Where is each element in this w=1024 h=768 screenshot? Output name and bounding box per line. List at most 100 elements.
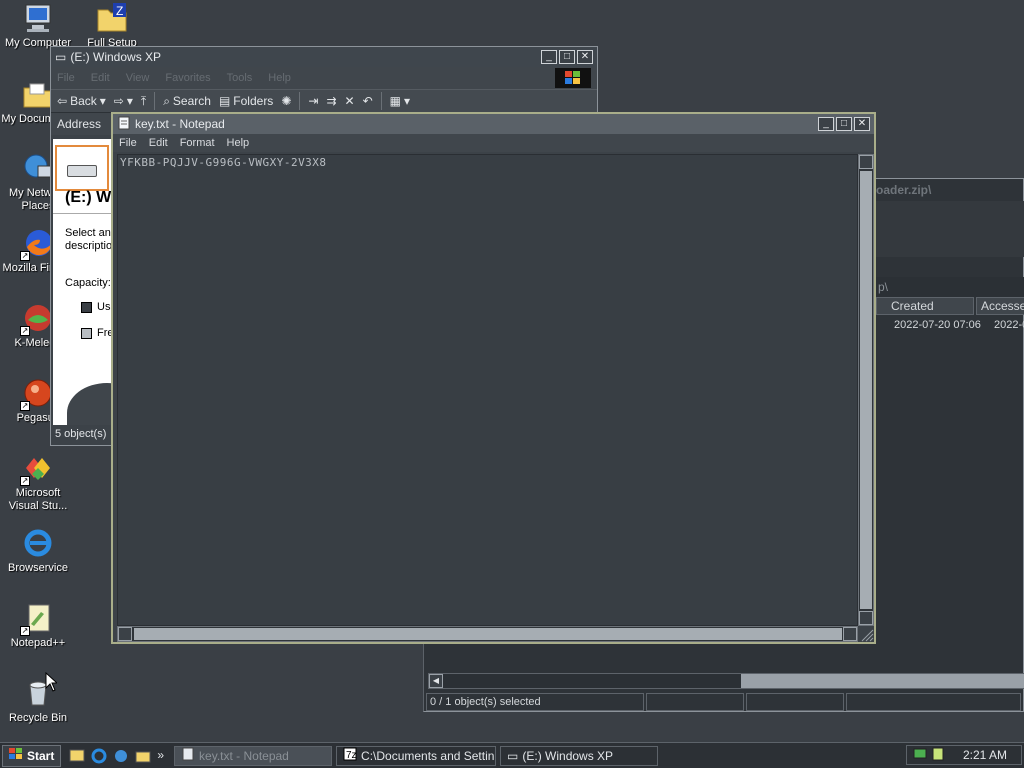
- menu-file[interactable]: File: [119, 137, 137, 149]
- notepad-content[interactable]: YFKBB-PQJJV-G996G-VWGXY-2V3X8: [120, 156, 327, 169]
- resize-grip-icon[interactable]: [858, 626, 874, 642]
- svg-text:Z: Z: [116, 4, 123, 18]
- menu-file[interactable]: File: [57, 72, 75, 84]
- archive-scroll-thumb[interactable]: [741, 674, 1024, 688]
- menu-view[interactable]: View: [126, 72, 150, 84]
- shortcut-arrow-icon: ↗: [20, 626, 30, 636]
- scroll-up-icon[interactable]: [859, 155, 873, 169]
- panel-free-row: Free: [81, 327, 113, 339]
- minimize-button[interactable]: _: [818, 117, 834, 131]
- scroll-left-icon[interactable]: [118, 627, 132, 641]
- desktop-icon-my-computer[interactable]: My Computer: [0, 2, 76, 50]
- notepad-icon: [117, 116, 131, 133]
- search-icon: ⌕: [163, 93, 170, 108]
- forward-button[interactable]: ⇨ ▾: [114, 94, 133, 108]
- scroll-right-icon[interactable]: [843, 627, 857, 641]
- menu-tools[interactable]: Tools: [227, 72, 253, 84]
- media-player-icon[interactable]: [113, 748, 129, 764]
- chevron-right-icon[interactable]: »: [157, 748, 164, 764]
- archive-row-created[interactable]: 2022-07-20 07:06: [876, 319, 981, 331]
- clock[interactable]: 2:21 AM: [963, 748, 1007, 762]
- taskbar-item-notepad[interactable]: key.txt - Notepad: [174, 745, 333, 766]
- toolbar-separator: [299, 92, 301, 110]
- explorer-title: (E:) Windows XP: [70, 50, 162, 64]
- used-swatch-icon: [81, 301, 92, 313]
- vertical-scroll-thumb[interactable]: [860, 171, 872, 609]
- start-label: Start: [27, 748, 55, 763]
- explorer-menubar: File Edit View Favorites Tools Help: [51, 67, 597, 89]
- menu-edit[interactable]: Edit: [149, 137, 168, 149]
- views-button[interactable]: ▦ ▾: [390, 94, 410, 108]
- folders-icon: ▤: [218, 94, 231, 108]
- desktop-icon-recycle-bin[interactable]: Recycle Bin: [0, 677, 76, 725]
- move-to-icon: ⇥: [308, 94, 319, 108]
- horizontal-scroll-thumb[interactable]: [134, 628, 842, 640]
- taskbar-item-label: (E:) Windows XP: [522, 748, 614, 763]
- desktop-icon-browservice[interactable]: Browservice: [0, 527, 76, 575]
- menu-format[interactable]: Format: [180, 137, 215, 149]
- show-desktop-icon[interactable]: [69, 748, 85, 764]
- network-status-icon[interactable]: [913, 747, 927, 764]
- views-icon: ▦: [389, 94, 401, 108]
- chevron-down-icon: ▾: [403, 94, 410, 108]
- menu-help[interactable]: Help: [268, 72, 291, 84]
- minimize-button[interactable]: _: [541, 50, 557, 64]
- windows-logo-icon: [555, 68, 591, 88]
- explorer-toolbar: ⇦ Back ▾ ⇨ ▾ ⤒ ⌕ Search ▤ Folders ✺ ⇥ ⇉ ✕ ↶ ▦…: [51, 89, 597, 113]
- archive-row-accessed[interactable]: 2022-0: [994, 319, 1024, 331]
- taskbar-item-archive[interactable]: 7z C:\Documents and Settin...: [336, 745, 497, 766]
- scroll-left-icon[interactable]: ◀: [429, 674, 443, 688]
- column-header-created[interactable]: Created: [876, 297, 974, 315]
- archive-status-bar: 0 / 1 object(s) selected: [426, 693, 1024, 713]
- desktop-icon-label: Recycle Bin: [8, 712, 68, 724]
- internet-explorer-icon[interactable]: [91, 748, 107, 764]
- history-button[interactable]: ✺: [281, 94, 291, 108]
- taskbar-item-explorer[interactable]: ▭ (E:) Windows XP: [500, 745, 659, 766]
- undo-button[interactable]: ↶: [363, 94, 373, 108]
- copy-to-button[interactable]: ⇉: [326, 94, 336, 108]
- move-to-button[interactable]: ⇥: [308, 94, 318, 108]
- pie-chart-shape: [67, 383, 113, 425]
- notepad-titlebar[interactable]: key.txt - Notepad _ □ ✕: [113, 114, 874, 134]
- archive-status-segment: [846, 693, 1021, 711]
- drive-shape: [67, 165, 97, 177]
- back-arrow-icon: ⇦: [57, 94, 68, 108]
- taskbar-item-label: C:\Documents and Settin...: [361, 748, 497, 763]
- notepad-horizontal-scrollbar[interactable]: [117, 626, 858, 642]
- archive-horizontal-scrollbar[interactable]: ◀: [428, 673, 1024, 689]
- explorer-titlebar[interactable]: ▭ (E:) Windows XP _ □ ✕: [51, 47, 597, 67]
- notepad-text-area[interactable]: YFKBB-PQJJV-G996G-VWGXY-2V3X8: [117, 154, 858, 626]
- delete-button[interactable]: ✕: [345, 94, 355, 108]
- up-folder-button[interactable]: ⤒: [141, 94, 146, 109]
- search-label: Search: [172, 94, 211, 108]
- delete-icon: ✕: [344, 94, 355, 108]
- column-header-accessed[interactable]: Accessed: [976, 297, 1024, 315]
- tray-app-icon[interactable]: [931, 747, 945, 764]
- forward-arrow-icon: ⇨: [113, 94, 124, 108]
- panel-description: Select an item to view its description.: [65, 227, 113, 252]
- scroll-down-icon[interactable]: [859, 611, 873, 625]
- archive-status-segment: [746, 693, 844, 711]
- quick-launch: »: [69, 748, 164, 764]
- menu-help[interactable]: Help: [227, 137, 250, 149]
- menu-favorites[interactable]: Favorites: [165, 72, 210, 84]
- start-button[interactable]: Start: [2, 744, 62, 767]
- maximize-button[interactable]: □: [559, 50, 575, 64]
- windows-flag-icon: [9, 748, 23, 763]
- archive-address-field[interactable]: p\: [876, 277, 1024, 297]
- desktop-icon-notepad-plus-plus[interactable]: ↗ Notepad++: [0, 602, 76, 650]
- chevron-down-icon: ▾: [99, 94, 106, 108]
- folders-button[interactable]: ▤ Folders: [219, 94, 273, 108]
- back-button[interactable]: ⇦ Back ▾: [57, 94, 106, 108]
- close-button[interactable]: ✕: [854, 117, 870, 131]
- menu-edit[interactable]: Edit: [91, 72, 110, 84]
- explorer-icon[interactable]: [135, 748, 151, 764]
- maximize-button[interactable]: □: [836, 117, 852, 131]
- notepad-icon: [181, 747, 195, 764]
- desktop-icon-visual-studio[interactable]: ↗ Microsoft Visual Stu...: [0, 452, 76, 513]
- search-button[interactable]: ⌕ Search: [163, 94, 211, 109]
- notepad-window[interactable]: key.txt - Notepad _ □ ✕ File Edit Format…: [111, 112, 876, 644]
- notepad-vertical-scrollbar[interactable]: [858, 154, 874, 626]
- close-button[interactable]: ✕: [577, 50, 593, 64]
- desktop-icon-full-setup[interactable]: Z Full Setup: [74, 2, 150, 50]
